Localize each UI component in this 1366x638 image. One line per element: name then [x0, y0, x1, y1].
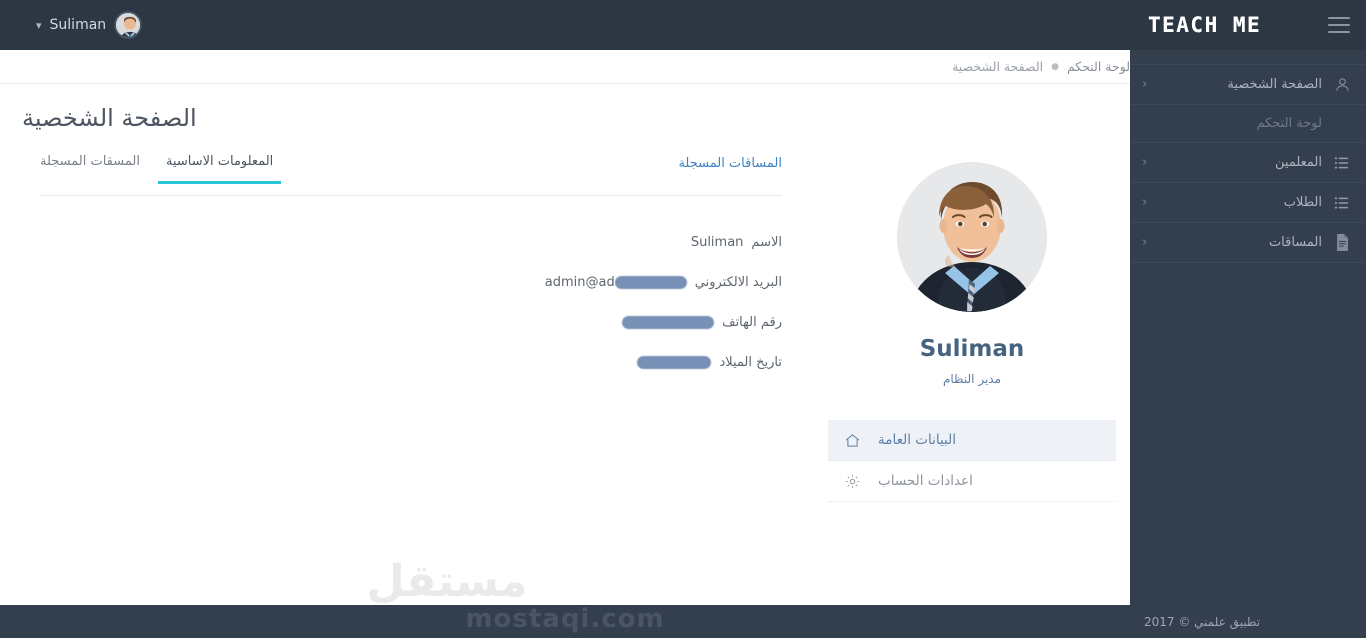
chevron-left-icon: ‹: [1142, 195, 1148, 210]
sidebar-item-dashboard[interactable]: لوحة التحكم: [1130, 105, 1366, 143]
profile-menu-item-label: البيانات العامة: [878, 432, 956, 448]
redacted-value: [637, 355, 712, 369]
list-icon: [1332, 153, 1352, 173]
profile-name: Suliman: [919, 336, 1025, 362]
info-row-birthdate: تاريخ الميلاد: [40, 342, 782, 382]
sidebar-item-teachers[interactable]: المعلمين ‹: [1130, 143, 1366, 183]
info-value: admin@ad: [544, 274, 615, 290]
info-label: تاريخ الميلاد: [719, 354, 782, 370]
chevron-left-icon: ‹: [1142, 77, 1148, 92]
brand-logo[interactable]: TEACH ME: [1148, 13, 1261, 37]
tab-list: المعلومات الاساسية المسقات المسجلة: [40, 154, 282, 184]
info-label: رقم الهاتف: [722, 314, 782, 330]
profile-menu: البيانات العامة اعدادات الحساب: [828, 420, 1116, 502]
sidebar-item-students[interactable]: الطلاب ‹: [1130, 183, 1366, 223]
sidebar-item-profile[interactable]: الصفحة الشخصية ‹: [1130, 65, 1366, 105]
hamburger-menu-icon[interactable]: [1328, 17, 1350, 33]
page-title: الصفحة الشخصية: [22, 104, 197, 132]
sidebar-spacer: [1130, 50, 1366, 65]
breadcrumb-item-dashboard[interactable]: لوحة التحكم: [1067, 59, 1130, 74]
profile-card: Suliman مدير النظام البيانات العامة اعدا…: [810, 154, 1130, 502]
avatar[interactable]: [114, 11, 143, 39]
home-icon: [842, 432, 862, 449]
user-menu-label: Suliman: [49, 17, 107, 33]
registered-courses-link[interactable]: المساقات المسجلة: [678, 154, 782, 171]
gear-icon: [842, 473, 862, 490]
info-label: الاسم: [751, 234, 782, 250]
page-footer-strip: mostaqi.com: [0, 605, 1130, 638]
sidebar-item-label: المعلمين: [1275, 155, 1322, 170]
user-icon: [1332, 75, 1352, 95]
info-row-email: البريد الالكتروني admin@ad: [40, 262, 782, 302]
tab-registered-courses[interactable]: المسقات المسجلة: [40, 154, 140, 183]
sidebar: TEACH ME الصفحة الشخصية ‹ لوحة التحكم ال…: [1130, 0, 1366, 638]
tabs-header: المساقات المسجلة المعلومات الاساسية المس…: [40, 154, 782, 196]
breadcrumb-separator: ●: [1051, 61, 1059, 72]
breadcrumb: لوحة التحكم ● الصفحة الشخصية: [0, 50, 1130, 84]
chevron-left-icon: ‹: [1142, 155, 1148, 170]
profile-menu-item-account-settings[interactable]: اعدادات الحساب: [828, 461, 1116, 502]
topbar: ▾ Suliman: [0, 0, 1130, 50]
info-label: البريد الالكتروني: [694, 274, 782, 290]
content-columns: Suliman مدير النظام البيانات العامة اعدا…: [0, 132, 1130, 502]
profile-menu-item-label: اعدادات الحساب: [878, 473, 973, 489]
watermark-logo: مستقل: [366, 555, 528, 605]
file-icon: [1332, 233, 1352, 253]
app-root: TEACH ME الصفحة الشخصية ‹ لوحة التحكم ال…: [0, 0, 1366, 638]
info-row-phone: رقم الهاتف: [40, 302, 782, 342]
sidebar-item-label: الطلاب: [1283, 195, 1322, 210]
redacted-value: [614, 275, 687, 289]
copyright-text: تطبيق علمني © 2017: [1144, 614, 1261, 629]
details-panel: المساقات المسجلة المعلومات الاساسية المس…: [0, 154, 810, 502]
redacted-value: [622, 315, 715, 329]
sidebar-item-label: الصفحة الشخصية: [1227, 77, 1322, 92]
chevron-left-icon: ‹: [1142, 235, 1148, 250]
basic-info-list: الاسم Suliman البريد الالكتروني admin@ad…: [40, 196, 782, 382]
list-icon: [1332, 193, 1352, 213]
watermark: مستقل: [0, 495, 894, 605]
info-value: Suliman: [690, 234, 744, 250]
sidebar-brand-bar: TEACH ME: [1130, 0, 1366, 50]
watermark-url: mostaqi.com: [465, 604, 665, 634]
sidebar-subitem-label: لوحة التحكم: [1256, 116, 1322, 131]
profile-menu-item-general-data[interactable]: البيانات العامة: [828, 420, 1116, 461]
main-content: لوحة التحكم ● الصفحة الشخصية الصفحة الشخ…: [0, 50, 1130, 605]
sidebar-item-label: المساقات: [1268, 235, 1322, 250]
user-menu[interactable]: ▾ Suliman: [22, 11, 143, 39]
sidebar-item-courses[interactable]: المساقات ‹: [1130, 223, 1366, 263]
profile-photo: [897, 162, 1047, 312]
breadcrumb-item-profile[interactable]: الصفحة الشخصية: [952, 59, 1043, 74]
profile-role: مدير النظام: [942, 372, 1002, 386]
chevron-down-icon: ▾: [36, 18, 42, 32]
info-row-name: الاسم Suliman: [40, 222, 782, 262]
sidebar-footer: تطبيق علمني © 2017: [1130, 605, 1366, 638]
tab-basic-info[interactable]: المعلومات الاساسية: [157, 154, 282, 184]
